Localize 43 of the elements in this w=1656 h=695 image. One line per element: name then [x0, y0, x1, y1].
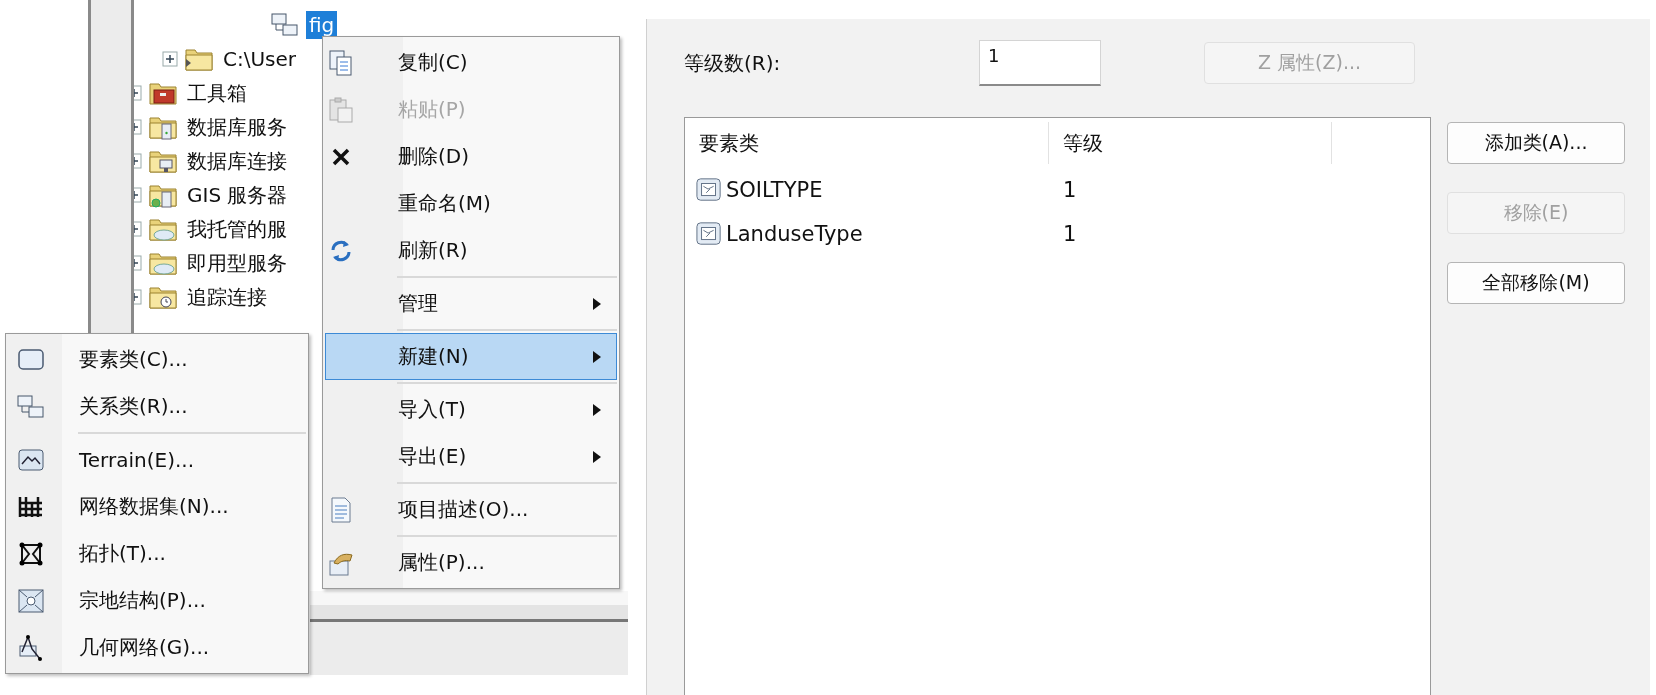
polygon-layer-icon [695, 177, 723, 203]
tree-item[interactable]: 我托管的服 [184, 215, 290, 243]
relationship-class-icon [16, 392, 46, 421]
paste-icon [326, 95, 356, 124]
tree-item[interactable]: C:\User [220, 45, 300, 73]
menu-item[interactable]: 删除(D) [325, 133, 617, 180]
column-header[interactable]: 等级 [1049, 122, 1332, 164]
feature-class-name: SOILTYPE [726, 178, 823, 202]
dialog-button[interactable]: 添加类(A)... [1447, 122, 1625, 164]
menu-item[interactable]: 要素类(C)... [8, 336, 306, 383]
tree-item[interactable]: 追踪连接 [184, 283, 270, 311]
menu-item[interactable]: 项目描述(O)... [325, 486, 617, 533]
menu-item[interactable]: 刷新(R) [325, 227, 617, 274]
expand-icon[interactable] [162, 51, 178, 67]
menu-item[interactable]: 重命名(M) [325, 180, 617, 227]
polygon-layer-icon [695, 221, 723, 247]
table-cell-text: 1 [1062, 178, 1077, 202]
menu-item[interactable]: 导出(E) [325, 433, 617, 480]
table-cell-text: 1 [1062, 222, 1077, 246]
tree-item[interactable]: 工具箱 [184, 79, 250, 107]
tree-item[interactable]: 数据库服务 [184, 113, 290, 141]
tree-item[interactable]: 即用型服务 [184, 249, 290, 277]
dialog-button[interactable]: 全部移除(M) [1447, 262, 1625, 304]
menu-item[interactable]: 复制(C) [325, 39, 617, 86]
tree-item[interactable]: 数据库连接 [184, 147, 290, 175]
tree-item[interactable]: GIS 服务器 [184, 181, 291, 209]
menu-item[interactable]: 网络数据集(N)... [8, 483, 306, 530]
menu-item[interactable]: Terrain(E)... [8, 436, 306, 483]
menu-item[interactable]: 宗地结构(P)... [8, 577, 306, 624]
menu-item[interactable]: 属性(P)... [325, 539, 617, 586]
menu-item[interactable]: 新建(N) [325, 333, 617, 380]
menu-item[interactable]: 几何网络(G)... [8, 624, 306, 671]
menu-item[interactable]: 导入(T) [325, 386, 617, 433]
menu-item[interactable]: 管理 [325, 280, 617, 327]
rank-count-field[interactable]: 1 [979, 40, 1101, 86]
tree-item[interactable]: fig [306, 11, 338, 39]
parcel-grid-icon [16, 586, 46, 615]
relationship-class-icon [270, 11, 300, 39]
menu-item[interactable]: 拓扑(T)... [8, 530, 306, 577]
menu-item[interactable]: 关系类(R)... [8, 383, 306, 430]
rank-count-label: 等级数(R): [684, 49, 782, 77]
feature-class-name: LanduseType [726, 222, 863, 246]
column-header[interactable]: 要素类 [685, 122, 1049, 164]
